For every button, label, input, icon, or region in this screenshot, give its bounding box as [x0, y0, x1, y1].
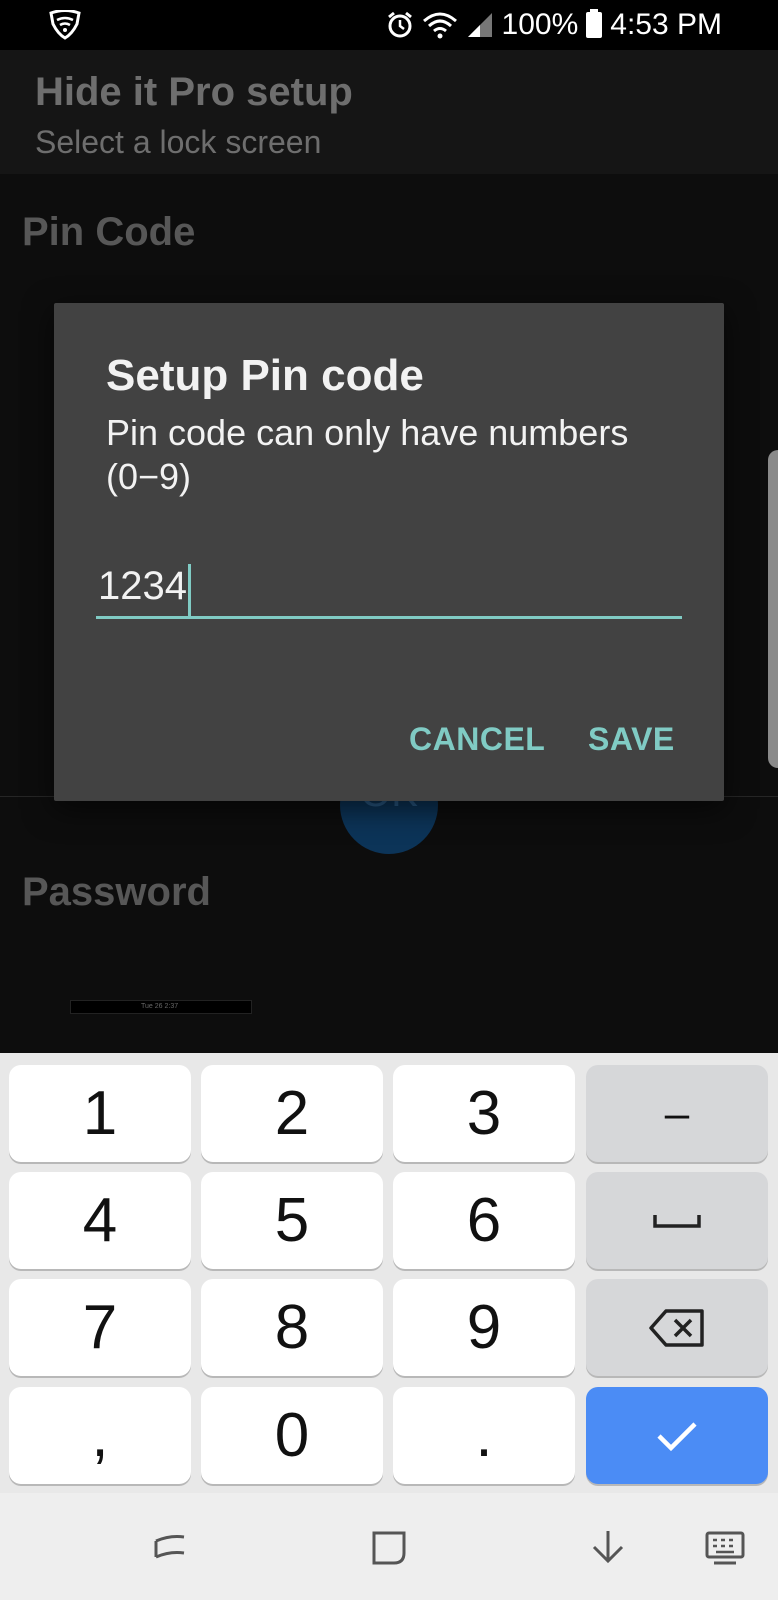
key-8[interactable]: 8 [201, 1279, 383, 1376]
key-9[interactable]: 9 [393, 1279, 575, 1376]
numeric-keyboard: 1 2 3 – 4 5 6 7 8 9 , 0 . [0, 1053, 778, 1493]
section-title-password[interactable]: Password [22, 870, 211, 915]
status-bar: 100% 4:53 PM [0, 0, 778, 50]
key-7[interactable]: 7 [9, 1279, 191, 1376]
checkmark-icon [657, 1421, 697, 1451]
section-title-pin-code[interactable]: Pin Code [22, 210, 195, 255]
key-period[interactable]: . [393, 1387, 575, 1484]
app-title: Hide it Pro setup [35, 70, 353, 114]
text-cursor [187, 563, 191, 618]
cancel-button[interactable]: CANCEL [409, 721, 545, 758]
key-comma[interactable]: , [9, 1387, 191, 1484]
pin-code-input[interactable]: 1234 [96, 553, 682, 619]
app-header: Hide it Pro setup Select a lock screen [0, 50, 778, 174]
save-button[interactable]: SAVE [588, 721, 675, 758]
clock: 4:53 PM [610, 8, 722, 41]
alarm-icon [387, 11, 412, 38]
password-preview-thumbnail: Tue 26 2:37 [70, 1000, 252, 1014]
key-6[interactable]: 6 [393, 1172, 575, 1269]
recent-apps-icon[interactable] [150, 1527, 190, 1567]
key-4[interactable]: 4 [9, 1172, 191, 1269]
key-5[interactable]: 5 [201, 1172, 383, 1269]
navigation-bar [0, 1493, 778, 1600]
key-backspace[interactable] [586, 1279, 768, 1376]
app-subtitle: Select a lock screen [35, 124, 322, 160]
shield-icon [49, 10, 81, 40]
key-0[interactable]: 0 [201, 1387, 383, 1484]
home-icon[interactable] [370, 1527, 408, 1567]
battery-icon [586, 9, 603, 38]
space-icon [653, 1214, 701, 1228]
setup-pin-dialog: Setup Pin code Pin code can only have nu… [54, 303, 724, 801]
hide-keyboard-icon[interactable] [588, 1527, 628, 1567]
key-2[interactable]: 2 [201, 1065, 383, 1162]
key-3[interactable]: 3 [393, 1065, 575, 1162]
key-done[interactable] [586, 1387, 768, 1484]
dialog-title: Setup Pin code [106, 351, 424, 400]
pin-code-value: 1234 [98, 564, 187, 608]
edge-panel-handle[interactable] [768, 450, 778, 768]
key-space[interactable] [586, 1172, 768, 1269]
backspace-icon [649, 1308, 704, 1347]
key-1[interactable]: 1 [9, 1065, 191, 1162]
battery-percent: 100% [501, 8, 579, 41]
wifi-icon [422, 12, 457, 39]
key-minus[interactable]: – [586, 1065, 768, 1162]
keyboard-switch-icon[interactable] [704, 1527, 746, 1567]
signal-icon [467, 13, 492, 37]
dialog-message: Pin code can only have numbers (0−9) [106, 412, 629, 497]
